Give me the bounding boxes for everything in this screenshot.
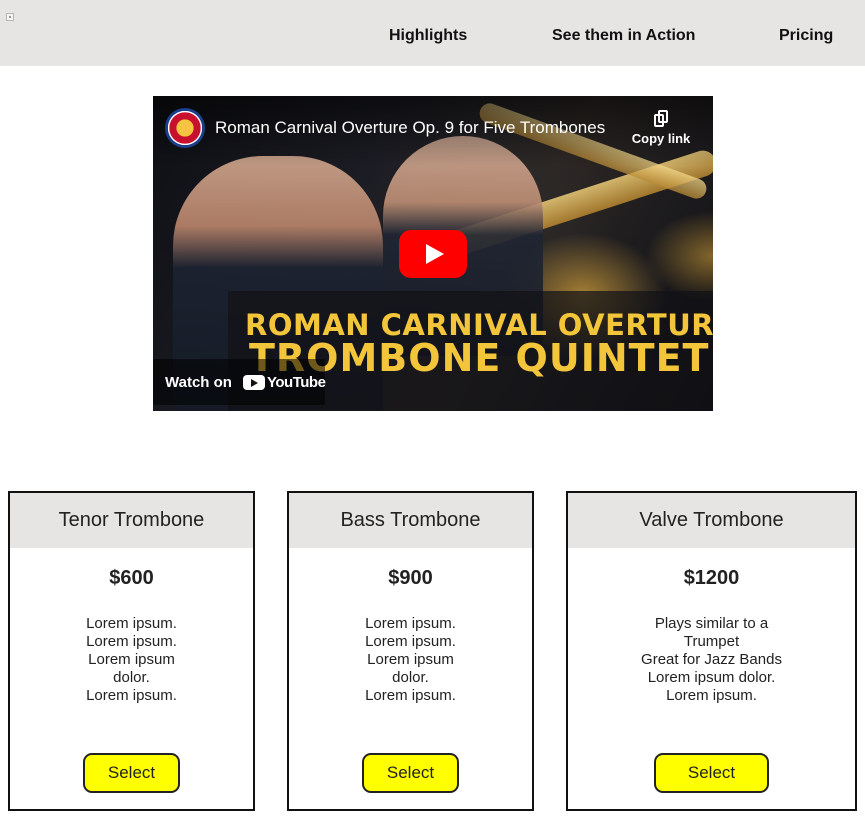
select-button[interactable]: Select — [83, 753, 180, 793]
nav-link-see-them-in-action[interactable]: See them in Action — [552, 27, 695, 45]
card-description-line: Trumpet — [683, 633, 740, 650]
select-button[interactable]: Select — [654, 753, 769, 793]
broken-image-icon — [6, 13, 14, 21]
copy-icon — [654, 110, 668, 128]
channel-avatar-icon[interactable] — [165, 108, 205, 148]
pricing-card-valve: Valve Trombone $1200 Plays similar to a … — [566, 491, 857, 811]
card-description-line: dolor. — [113, 669, 150, 686]
card-description-line: Plays similar to a — [654, 615, 769, 632]
card-price: $900 — [388, 567, 433, 589]
card-description: Lorem ipsum. Lorem ipsum. Lorem ipsum do… — [349, 615, 472, 705]
card-description-line: Lorem ipsum. — [365, 633, 456, 650]
pricing-card-tenor: Tenor Trombone $600 Lorem ipsum. Lorem i… — [8, 491, 255, 811]
card-description-line: Lorem ipsum. — [365, 687, 456, 704]
copy-link-button[interactable]: Copy link — [631, 110, 691, 146]
youtube-video-embed[interactable]: Roman Carnival Overture Op. 9 for Five T… — [153, 96, 713, 411]
video-title[interactable]: Roman Carnival Overture Op. 9 for Five T… — [215, 118, 605, 138]
youtube-wordmark: YouTube — [267, 374, 326, 391]
card-description-line: Lorem ipsum. — [86, 687, 177, 704]
card-description-line: Great for Jazz Bands — [641, 651, 782, 668]
card-description-line: Lorem ipsum — [367, 651, 454, 668]
card-description-line: dolor. — [392, 669, 429, 686]
card-header: Bass Trombone — [289, 493, 532, 548]
watch-on-label: Watch on — [165, 374, 232, 391]
card-header: Tenor Trombone — [10, 493, 253, 548]
card-description-line: Lorem ipsum dolor. — [647, 669, 776, 686]
card-description-line: Lorem ipsum. — [86, 615, 177, 632]
nav-link-pricing[interactable]: Pricing — [779, 27, 833, 45]
play-button[interactable] — [399, 230, 467, 278]
card-description-line: Lorem ipsum — [88, 651, 175, 668]
youtube-play-icon — [243, 375, 265, 390]
card-header: Valve Trombone — [568, 493, 855, 548]
nav-link-highlights[interactable]: Highlights — [389, 27, 467, 45]
card-price: $600 — [109, 567, 154, 589]
card-description-line: Lorem ipsum. — [666, 687, 757, 704]
card-description: Plays similar to a Trumpet Great for Jaz… — [628, 615, 795, 705]
site-header: Highlights See them in Action Pricing — [0, 0, 865, 66]
card-price: $1200 — [683, 567, 740, 589]
card-description-line: Lorem ipsum. — [86, 633, 177, 650]
select-button[interactable]: Select — [362, 753, 459, 793]
pricing-card-bass: Bass Trombone $900 Lorem ipsum. Lorem ip… — [287, 491, 534, 811]
card-description: Lorem ipsum. Lorem ipsum. Lorem ipsum do… — [70, 615, 193, 705]
copy-link-label: Copy link — [631, 131, 691, 146]
card-description-line: Lorem ipsum. — [365, 615, 456, 632]
